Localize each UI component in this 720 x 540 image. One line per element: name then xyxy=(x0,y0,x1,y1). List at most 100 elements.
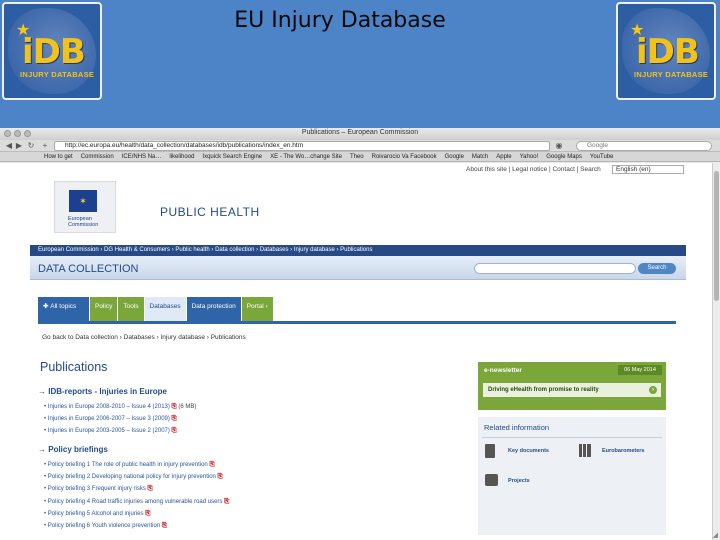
vertical-scrollbar[interactable] xyxy=(712,163,720,540)
pdf-icon: ⎘ xyxy=(161,522,168,530)
related-information-box: Related information Key documents Euroba… xyxy=(478,417,666,535)
pdf-icon: ⎘ xyxy=(147,485,153,493)
related-heading: Related information xyxy=(484,423,550,432)
item-text: Injuries in Europe 2003-2005 – Issue 2 (… xyxy=(47,428,170,435)
bookmark-item[interactable]: Match xyxy=(472,154,488,160)
bookmarks-bar: How to get Commission ICE/NHS Na… likelihoo… xyxy=(0,152,720,162)
ec-logo[interactable]: ✶ European Commission xyxy=(54,181,116,233)
item-text: Policy briefing 6 Youth violence prevent… xyxy=(47,523,161,530)
item-text: Injuries in Europe 2006-2007 – Issue 3 (… xyxy=(47,416,170,423)
tab-data-protection[interactable]: Data protection xyxy=(186,297,242,322)
arrow-icon: → xyxy=(38,445,49,454)
bookmark-item[interactable]: Theo xyxy=(350,154,364,160)
scrollbar-thumb[interactable] xyxy=(714,171,719,301)
search-button[interactable]: Search xyxy=(638,263,676,274)
bookmark-item[interactable]: How to get xyxy=(44,154,73,160)
utility-links[interactable]: About this site | Legal notice | Contact… xyxy=(466,166,601,173)
bookmark-item[interactable]: XE - The Wo…change Site xyxy=(270,154,342,160)
forward-icon[interactable]: ▶ xyxy=(14,141,24,150)
idb-reports-list: Injuries in Europe 2008-2010 – Issue 4 (… xyxy=(44,401,197,438)
divider xyxy=(482,437,662,438)
list-item[interactable]: Policy briefing 6 Youth violence prevent… xyxy=(44,520,229,532)
item-text: Policy briefing 1 The role of public hea… xyxy=(47,462,208,468)
item-text: Policy briefing 3 Frequent injury risks xyxy=(47,486,146,493)
eu-flag-icon: ✶ xyxy=(69,190,97,212)
related-item-key-documents[interactable]: Key documents xyxy=(508,448,549,454)
e-newsletter-headline: Driving eHealth from promise to reality xyxy=(488,387,599,393)
bookmark-item[interactable]: YouTube xyxy=(590,154,614,160)
list-item[interactable]: Policy briefing 5 Alcohol and injuries ⎘ xyxy=(44,508,229,520)
browser-toolbar: ◀ ▶ ↻ + http://ec.europa.eu/health/data_… xyxy=(0,140,720,152)
e-newsletter-heading[interactable]: e-newsletter xyxy=(484,367,522,374)
address-bar[interactable]: http://ec.europa.eu/health/data_collecti… xyxy=(54,141,550,151)
site-search-input[interactable] xyxy=(474,263,636,274)
logo-text: iDB xyxy=(22,32,86,72)
rss-icon[interactable]: ◉ xyxy=(554,141,564,150)
bookmark-item[interactable]: Google xyxy=(445,154,464,160)
bookmark-item[interactable]: Roivarocio Va Facebook xyxy=(372,154,437,160)
content-breadcrumb[interactable]: Go back to Data collection › Databases ›… xyxy=(42,334,246,341)
logo-subtext: INJURY DATABASE xyxy=(634,70,709,79)
language-select[interactable]: English (en) xyxy=(612,165,684,174)
policy-briefings-heading[interactable]: → Policy briefings xyxy=(38,445,108,454)
logo-subtext: INJURY DATABASE xyxy=(20,70,95,79)
heading-text: Policy briefings xyxy=(48,445,108,454)
tab-label: Portal xyxy=(246,303,264,310)
idb-reports-heading[interactable]: → IDB-reports - Injuries in Europe xyxy=(38,387,167,396)
tab-databases[interactable]: Databases xyxy=(144,297,187,322)
file-size: (6 MB) xyxy=(178,404,197,410)
bookmark-item[interactable]: Commission xyxy=(81,154,114,160)
pdf-icon: ⎘ xyxy=(171,415,177,423)
e-newsletter-date: 06 May 2014 xyxy=(618,365,662,375)
slide: EU Injury Database ★ iDB INJURY DATABASE… xyxy=(0,0,720,540)
arrow-icon: → xyxy=(38,387,49,396)
bookmark-item[interactable]: Ixquick Search Engine xyxy=(202,154,262,160)
pdf-icon: ⎘ xyxy=(171,403,177,410)
browser-search-input[interactable]: Google xyxy=(576,141,712,151)
tab-policy[interactable]: Policy xyxy=(90,297,119,322)
list-item[interactable]: Policy briefing 1 The role of public hea… xyxy=(44,459,229,471)
web-page: About this site | Legal notice | Contact… xyxy=(0,163,712,540)
chevron-right-icon: › xyxy=(265,303,268,310)
bar-chart-icon xyxy=(579,444,591,457)
list-item[interactable]: Injuries in Europe 2003-2005 – Issue 2 (… xyxy=(44,425,196,437)
site-title: PUBLIC HEALTH xyxy=(160,205,260,219)
bookmark-item[interactable]: ICE/NHS Na… xyxy=(122,154,162,160)
top-breadcrumb[interactable]: European Commission › DG Health & Consum… xyxy=(30,245,686,256)
bookmark-item[interactable]: Apple xyxy=(496,154,511,160)
list-item[interactable]: Injuries in Europe 2006-2007 – Issue 3 (… xyxy=(44,413,196,425)
item-text: Policy briefing 2 Developing national po… xyxy=(47,474,216,481)
tab-portal[interactable]: Portal › xyxy=(241,297,274,322)
list-item[interactable]: Policy briefing 2 Developing national po… xyxy=(44,471,229,483)
tab-label: All topics xyxy=(50,303,77,310)
list-item[interactable]: Policy briefing 4 Road traffic injuries … xyxy=(44,496,230,508)
e-newsletter-box: e-newsletter 06 May 2014 Driving eHealth… xyxy=(478,362,666,410)
bookmark-item[interactable]: Yahoo! xyxy=(520,154,539,160)
slide-banner: EU Injury Database ★ iDB INJURY DATABASE… xyxy=(0,0,720,128)
item-text: Policy briefing 4 Road traffic injuries … xyxy=(47,498,223,505)
bookmark-item[interactable]: Google Maps xyxy=(546,154,582,160)
resize-handle-icon[interactable]: ◢ xyxy=(713,531,718,539)
related-item-eurobarometers[interactable]: Eurobarometers xyxy=(602,448,645,454)
item-text: Policy briefing 5 Alcohol and injuries xyxy=(47,510,144,517)
list-item[interactable]: Policy briefing 3 Frequent injury risks … xyxy=(44,483,229,495)
projector-icon xyxy=(485,474,498,486)
tab-all-topics[interactable]: ✚ All topics xyxy=(38,297,90,322)
heading-text: IDB-reports - Injuries in Europe xyxy=(48,387,167,396)
ec-logo-text: European Commission xyxy=(68,216,99,228)
slide-title: EU Injury Database xyxy=(234,8,446,33)
tab-tools[interactable]: Tools xyxy=(118,297,145,322)
window-title: Publications – European Commission xyxy=(301,129,419,136)
back-icon[interactable]: ◀ xyxy=(4,141,14,150)
list-item[interactable]: Injuries in Europe 2008-2010 – Issue 4 (… xyxy=(44,401,197,413)
browser-window: Publications – European Commission ◀ ▶ ↻… xyxy=(0,128,720,540)
related-item-projects[interactable]: Projects xyxy=(508,478,530,484)
bookmark-item[interactable]: likelihood xyxy=(169,154,194,160)
pdf-icon: ⎘ xyxy=(145,509,151,517)
reload-icon[interactable]: ↻ xyxy=(26,141,36,150)
idb-logo-right: ★ iDB INJURY DATABASE xyxy=(616,2,716,100)
topic-tabs: ✚ All topics Policy Tools Databases Data… xyxy=(38,297,274,322)
browser-titlebar: Publications – European Commission xyxy=(0,128,720,140)
add-bookmark-icon[interactable]: + xyxy=(40,141,50,150)
e-newsletter-link[interactable]: Driving eHealth from promise to reality … xyxy=(483,383,661,397)
